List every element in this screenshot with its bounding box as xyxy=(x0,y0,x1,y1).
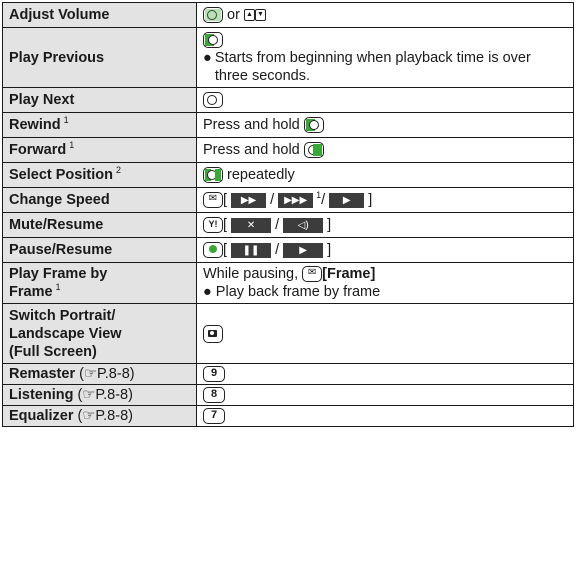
right-key-icon xyxy=(303,142,324,159)
row-value: 9 xyxy=(196,363,574,385)
table-row: Change Speed ✉[ ▶▶ / ▶▶▶ 1/ ▶ ] xyxy=(2,187,574,213)
row-label: Remaster (☞P.8-8) xyxy=(2,363,197,385)
table-row: Mute/Resume Y![ ✕ / ◁) ] xyxy=(2,212,574,238)
row-value: repeatedly xyxy=(196,162,574,188)
row-label: Change Speed xyxy=(2,187,197,213)
row-value: [ ❚❚ / ▶ ] xyxy=(196,237,574,263)
speaker-soft-button: ◁) xyxy=(283,217,324,233)
faster-forward-soft-button: ▶▶▶ xyxy=(278,192,314,208)
row-value: 8 xyxy=(196,384,574,406)
play-soft-button: ▶ xyxy=(283,242,324,258)
row-label: Play Previous xyxy=(2,27,197,88)
table-row: Remaster (☞P.8-8) 9 xyxy=(2,363,574,385)
row-value: Press and hold xyxy=(196,137,574,163)
table-row: Forward 1 Press and hold xyxy=(2,137,574,163)
table-row: Equalizer (☞P.8-8) 7 xyxy=(2,405,574,427)
table-row: Listening (☞P.8-8) 8 xyxy=(2,384,574,406)
table-row: Pause/Resume [ ❚❚ / ▶ ] xyxy=(2,237,574,263)
row-label: Mute/Resume xyxy=(2,212,197,238)
row-value xyxy=(196,303,574,364)
multi-key-icon xyxy=(203,7,223,24)
row-value: ✉[ ▶▶ / ▶▶▶ 1/ ▶ ] xyxy=(196,187,574,213)
row-label: Play Next xyxy=(2,87,197,113)
left-right-key-icon xyxy=(203,167,223,184)
table-row: Play Next xyxy=(2,87,574,113)
row-value: or ▲ ▼ xyxy=(196,2,574,28)
play-soft-button: ▶ xyxy=(329,192,365,208)
row-value xyxy=(196,87,574,113)
key-9-icon: 9 xyxy=(203,366,225,383)
row-value: ● Starts from beginning when playback tim… xyxy=(196,27,574,88)
camera-key-icon xyxy=(203,324,223,343)
row-label: Select Position 2 xyxy=(2,162,197,188)
row-value: Y![ ✕ / ◁) ] xyxy=(196,212,574,238)
row-label: Equalizer (☞P.8-8) xyxy=(2,405,197,427)
row-label: Switch Portrait/Landscape View (Full Scre… xyxy=(2,303,197,364)
row-label: Play Frame by Frame 1 xyxy=(2,262,197,304)
center-key-icon xyxy=(203,242,223,259)
mail-key-icon: ✉ xyxy=(203,192,223,209)
row-label: Adjust Volume xyxy=(2,2,197,28)
row-label: Rewind 1 xyxy=(2,112,197,138)
bullet-note: ● Starts from beginning when playback tim… xyxy=(203,49,531,84)
fast-forward-soft-button: ▶▶ xyxy=(231,192,267,208)
table-row: Play Previous ● Starts from beginning whe… xyxy=(2,27,574,88)
up-key-icon: ▲ xyxy=(243,9,255,22)
left-key-icon xyxy=(303,117,324,134)
mail-key-icon: ✉ xyxy=(302,266,323,283)
table-row: Switch Portrait/Landscape View (Full Scre… xyxy=(2,303,574,364)
mute-soft-button: ✕ xyxy=(231,217,272,233)
table-row: Play Frame by Frame 1 While pausing, ✉ [Fra… xyxy=(2,262,574,304)
table-row: Adjust Volume or ▲ ▼ xyxy=(2,2,574,28)
row-label: Forward 1 xyxy=(2,137,197,163)
table-row: Rewind 1 Press and hold xyxy=(2,112,574,138)
key-7-icon: 7 xyxy=(203,408,225,425)
row-label: Pause/Resume xyxy=(2,237,197,263)
row-value: While pausing, ✉ [Frame] ● Play back fram… xyxy=(196,262,574,304)
operations-table: Adjust Volume or ▲ ▼ Play Previous ● Start… xyxy=(2,2,574,427)
row-value: 7 xyxy=(196,405,574,427)
left-key-icon xyxy=(203,31,223,48)
yahoo-key-icon: Y! xyxy=(203,217,223,234)
table-row: Select Position 2 repeatedly xyxy=(2,162,574,188)
pause-soft-button: ❚❚ xyxy=(231,242,272,258)
down-key-icon: ▼ xyxy=(254,9,266,22)
row-value: Press and hold xyxy=(196,112,574,138)
key-8-icon: 8 xyxy=(203,387,225,404)
right-key-icon xyxy=(203,92,223,109)
row-label: Listening (☞P.8-8) xyxy=(2,384,197,406)
